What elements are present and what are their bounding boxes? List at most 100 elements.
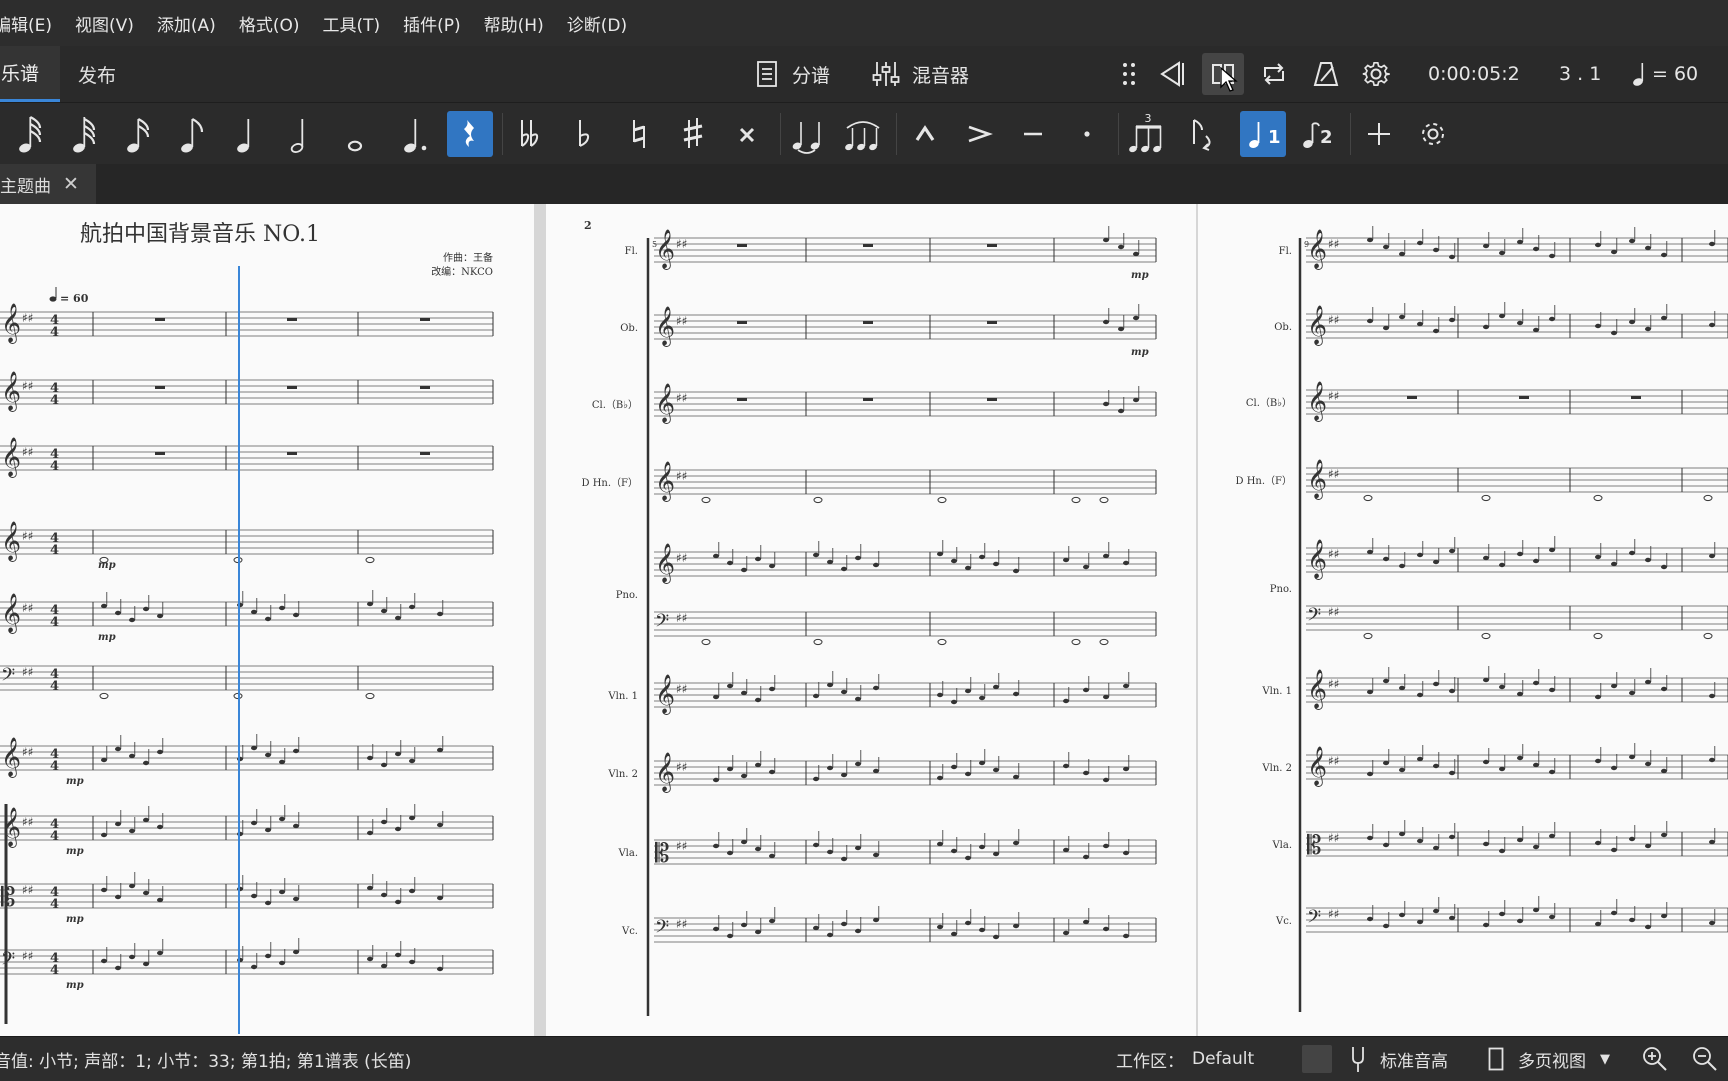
- note[interactable]: [965, 688, 971, 694]
- staff[interactable]: 𝄡 ♯♯: [1306, 820, 1728, 861]
- note[interactable]: [937, 496, 947, 504]
- note[interactable]: [1517, 320, 1523, 326]
- note[interactable]: [1399, 831, 1405, 837]
- note[interactable]: [1433, 247, 1439, 253]
- note[interactable]: [1071, 496, 1081, 504]
- document-tab[interactable]: 主题曲 ✕: [0, 164, 96, 204]
- note[interactable]: [1645, 245, 1651, 251]
- note[interactable]: [1483, 841, 1489, 847]
- note[interactable]: [251, 820, 257, 826]
- note[interactable]: [157, 897, 163, 903]
- note[interactable]: [1367, 689, 1373, 695]
- note[interactable]: [1595, 694, 1601, 700]
- note[interactable]: [1099, 496, 1109, 504]
- note[interactable]: [937, 841, 943, 847]
- note[interactable]: [1133, 315, 1139, 321]
- note[interactable]: [1481, 632, 1491, 640]
- staff[interactable]: 𝄢 ♯♯ 44mp: [0, 938, 494, 991]
- tab-score[interactable]: 乐谱: [0, 46, 60, 102]
- note[interactable]: [1399, 767, 1405, 773]
- staff[interactable]: 𝄞 ♯♯: [1306, 743, 1728, 787]
- note[interactable]: [1517, 551, 1523, 557]
- note[interactable]: [1595, 840, 1601, 846]
- note[interactable]: [855, 845, 861, 851]
- staff[interactable]: 𝄞 ♯♯ mp: [654, 226, 1157, 281]
- note[interactable]: [365, 556, 375, 564]
- note[interactable]: [143, 760, 149, 766]
- note[interactable]: [755, 846, 761, 852]
- note[interactable]: [129, 828, 135, 834]
- note[interactable]: [1611, 847, 1617, 853]
- note[interactable]: [1661, 315, 1667, 321]
- note[interactable]: [1533, 327, 1539, 333]
- menu-plugins[interactable]: 插件(P): [403, 11, 461, 36]
- settings-icon[interactable]: [1410, 111, 1456, 157]
- note[interactable]: [1483, 922, 1489, 928]
- note[interactable]: [741, 839, 747, 845]
- note[interactable]: [265, 953, 271, 959]
- note[interactable]: [1549, 769, 1555, 775]
- note[interactable]: [965, 920, 971, 926]
- note[interactable]: [367, 755, 373, 761]
- note[interactable]: [143, 961, 149, 967]
- note[interactable]: [841, 921, 847, 927]
- staff[interactable]: 𝄞 ♯♯: [1306, 381, 1728, 422]
- note[interactable]: [381, 963, 387, 969]
- menu-view[interactable]: 视图(V): [75, 11, 134, 36]
- staff[interactable]: 𝄞 ♯♯ 44mp: [0, 590, 494, 643]
- note[interactable]: [409, 959, 415, 965]
- note[interactable]: [1103, 926, 1109, 932]
- note[interactable]: [1595, 323, 1601, 329]
- note[interactable]: [1013, 774, 1019, 780]
- note[interactable]: [1399, 314, 1405, 320]
- note[interactable]: [251, 893, 257, 899]
- 32nd-note-icon[interactable]: [62, 111, 108, 157]
- note[interactable]: [727, 683, 733, 689]
- note[interactable]: [381, 762, 387, 768]
- note[interactable]: [1533, 907, 1539, 913]
- note[interactable]: [1399, 251, 1405, 257]
- note[interactable]: [279, 889, 285, 895]
- note[interactable]: [993, 934, 999, 940]
- note[interactable]: [1083, 770, 1089, 776]
- double-sharp-icon[interactable]: [724, 111, 770, 157]
- note[interactable]: [1645, 761, 1651, 767]
- view-mode-dropdown[interactable]: 多页视图 ▼: [1488, 1037, 1610, 1081]
- note[interactable]: [979, 760, 985, 766]
- note[interactable]: [1417, 321, 1423, 327]
- note[interactable]: [1611, 561, 1617, 567]
- note[interactable]: [755, 697, 761, 703]
- note[interactable]: [1629, 550, 1635, 556]
- note[interactable]: [1433, 763, 1439, 769]
- 8th-note-icon[interactable]: [170, 111, 216, 157]
- loop-button[interactable]: [1253, 53, 1295, 95]
- note[interactable]: [769, 563, 775, 569]
- note[interactable]: [1499, 250, 1505, 256]
- note[interactable]: [1123, 766, 1129, 772]
- note[interactable]: [979, 927, 985, 933]
- note[interactable]: [409, 815, 415, 821]
- natural-icon[interactable]: [616, 111, 662, 157]
- note[interactable]: [813, 925, 819, 931]
- note[interactable]: [937, 924, 943, 930]
- note[interactable]: [115, 821, 121, 827]
- note[interactable]: [713, 694, 719, 700]
- note[interactable]: [1433, 681, 1439, 687]
- note[interactable]: [937, 692, 943, 698]
- note[interactable]: [813, 693, 819, 699]
- note[interactable]: [1083, 564, 1089, 570]
- note[interactable]: [727, 560, 733, 566]
- note[interactable]: [1611, 683, 1617, 689]
- note[interactable]: [993, 767, 999, 773]
- note[interactable]: [1661, 252, 1667, 258]
- note[interactable]: [713, 553, 719, 559]
- note[interactable]: [367, 830, 373, 836]
- slur-icon[interactable]: [840, 111, 886, 157]
- note[interactable]: [1645, 924, 1651, 930]
- note[interactable]: [827, 682, 833, 688]
- note[interactable]: [965, 771, 971, 777]
- note[interactable]: [367, 956, 373, 962]
- note[interactable]: [1063, 930, 1069, 936]
- note[interactable]: [1013, 691, 1019, 697]
- note[interactable]: [437, 895, 443, 901]
